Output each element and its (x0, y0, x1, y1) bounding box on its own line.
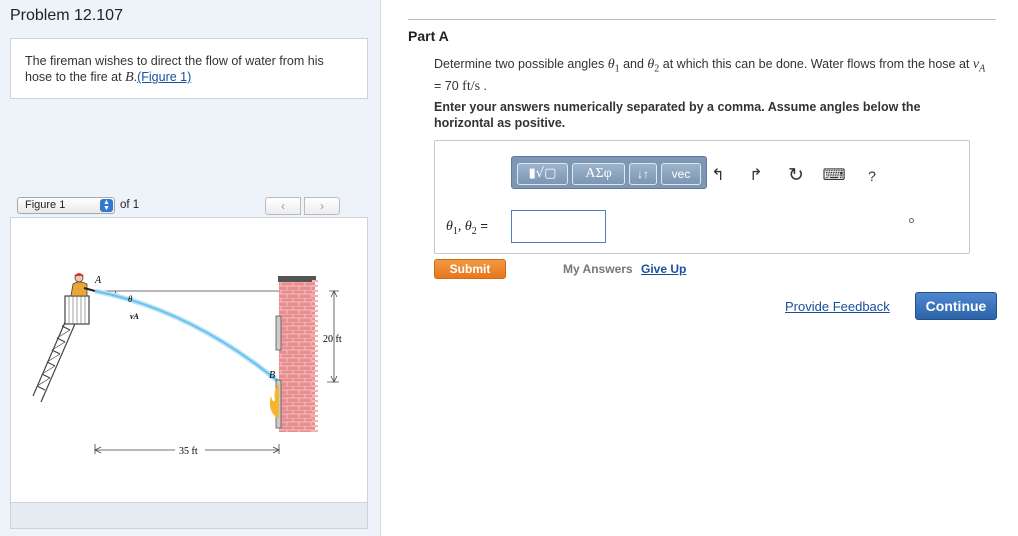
vector-button[interactable]: vec (661, 163, 701, 185)
part-title: Part A (408, 28, 449, 44)
answer-panel: Part A Determine two possible angles θ1 … (382, 0, 1018, 536)
answer-theta2: θ (464, 219, 472, 234)
figure-viewer: A θ vA B 20 ft 35 ft (10, 217, 368, 503)
instructions: Enter your answers numerically separated… (434, 100, 921, 130)
redo-icon[interactable]: ↱ (745, 165, 767, 187)
label-b: B (269, 370, 275, 381)
water-stream (94, 288, 281, 384)
reset-icon[interactable]: ↻ (785, 165, 807, 187)
next-figure-button[interactable]: › (304, 197, 340, 215)
problem-point: B (125, 70, 134, 85)
undo-icon[interactable]: ↰ (707, 165, 729, 187)
my-answers-label: My Answers (563, 262, 633, 276)
question-and: and (619, 57, 648, 71)
figure-footer (10, 503, 368, 529)
submit-button[interactable]: Submit (434, 259, 506, 279)
previous-figure-button[interactable]: ‹ (265, 197, 301, 215)
figure-nav-bar: Figure 1 ▲ ▼ of 1 ‹ › (10, 195, 368, 217)
height-label: 20 ft (323, 334, 342, 345)
label-a: A (94, 275, 102, 286)
answer-label: θ1, θ2 = (446, 218, 488, 237)
label-va: vA (130, 312, 140, 321)
answer-input[interactable] (511, 210, 606, 243)
question-mid: at which this can be done. Water flows f… (659, 57, 973, 71)
math-toolbar: ▮√▢ ΑΣφ ↓↑ vec (511, 156, 707, 189)
figure-count: of 1 (120, 199, 140, 211)
question-text: Determine two possible angles θ1 and θ2 … (434, 56, 994, 95)
fireman-basket (64, 273, 96, 325)
keyboard-icon[interactable]: ⌨ (821, 165, 847, 187)
provide-feedback-link[interactable]: Provide Feedback (785, 299, 890, 314)
velocity-value: = 70 (434, 78, 463, 93)
answer-equals: = (476, 218, 488, 233)
continue-button[interactable]: Continue (915, 292, 997, 320)
fireman-figure: A θ vA B 20 ft 35 ft (32, 273, 342, 457)
distance-label: 35 ft (179, 446, 198, 457)
theta1-symbol: θ (607, 57, 615, 72)
brick-building (275, 276, 318, 432)
answer-comma: , (457, 219, 465, 234)
question-pre: Determine two possible angles (434, 57, 608, 71)
problem-statement: The fireman wishes to direct the flow of… (10, 38, 368, 99)
answer-theta1: θ (446, 219, 453, 234)
help-icon[interactable]: ? (861, 165, 883, 187)
give-up-link[interactable]: Give Up (641, 262, 686, 276)
chevron-left-icon: ‹ (281, 199, 285, 213)
divider (408, 19, 996, 20)
greek-symbols-button[interactable]: ΑΣφ (572, 163, 625, 185)
label-theta: θ (128, 294, 133, 304)
problem-panel: Problem 12.107 The fireman wishes to dir… (0, 0, 381, 536)
templates-button[interactable]: ▮√▢ (517, 163, 568, 185)
fire-icon (269, 384, 279, 418)
status-indicator (909, 218, 914, 223)
question-end: . (480, 78, 487, 93)
problem-title: Problem 12.107 (10, 7, 123, 24)
figure-select-value: Figure 1 (25, 199, 66, 211)
velocity-unit: ft/s (462, 78, 481, 94)
velocity-sub: A (979, 63, 986, 75)
updown-arrow-icon: ▲ ▼ (100, 199, 113, 212)
figure-link[interactable]: (Figure 1) (137, 70, 191, 84)
subscript-superscript-button[interactable]: ↓↑ (629, 163, 657, 185)
chevron-right-icon: › (320, 199, 324, 213)
figure-select[interactable]: Figure 1 ▲ ▼ (17, 197, 115, 214)
answer-box: ▮√▢ ΑΣφ ↓↑ vec ↰ ↱ ↻ ⌨ ? θ1, θ2 = (434, 140, 970, 254)
